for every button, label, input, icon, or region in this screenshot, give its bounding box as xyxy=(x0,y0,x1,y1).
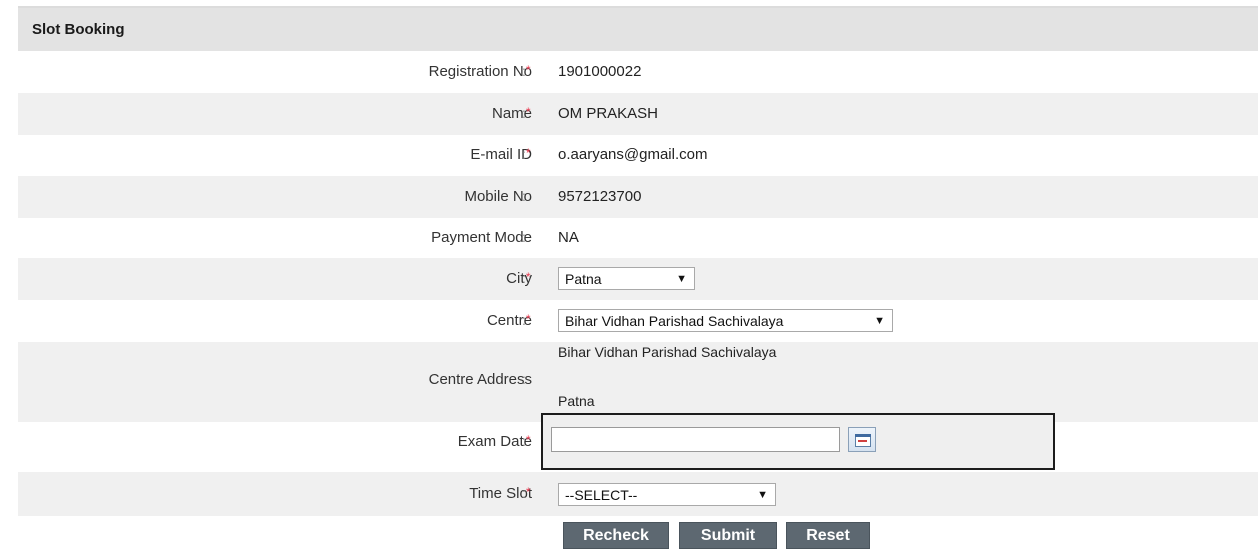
email-colon: :* xyxy=(522,146,531,162)
centre-address-line2: Patna xyxy=(558,393,595,409)
mobile-value: 9572123700 xyxy=(558,188,642,205)
slot-booking-form: Slot Booking Registration No :* 19010000… xyxy=(0,0,1258,557)
payment-value: NA xyxy=(558,229,579,246)
time-slot-colon: :* xyxy=(522,485,531,501)
required-star: * xyxy=(525,485,531,499)
reset-button[interactable]: Reset xyxy=(786,522,870,549)
centre-selected-value: Bihar Vidhan Parishad Sachivalaya xyxy=(565,312,784,329)
row-email: E-mail ID :* o.aaryans@gmail.com xyxy=(18,135,1258,176)
exam-date-container xyxy=(541,413,1055,470)
centre-address-colon: : xyxy=(522,371,526,387)
row-actions: Recheck Submit Reset xyxy=(18,516,1258,557)
row-registration: Registration No :* 1901000022 xyxy=(18,51,1258,93)
mobile-colon: : xyxy=(522,188,526,204)
city-selected-value: Patna xyxy=(565,270,602,287)
required-star: * xyxy=(525,105,531,119)
row-time-slot: Time Slot :* --SELECT-- ▼ xyxy=(18,472,1258,516)
time-slot-select[interactable]: --SELECT-- ▼ xyxy=(558,483,776,506)
required-star: * xyxy=(525,63,531,77)
city-colon: :* xyxy=(522,270,531,286)
recheck-button[interactable]: Recheck xyxy=(563,522,669,549)
name-colon: :* xyxy=(522,105,531,121)
row-centre-address: Centre Address : Bihar Vidhan Parishad S… xyxy=(18,342,1258,422)
required-star: * xyxy=(525,146,531,160)
city-select[interactable]: Patna ▼ xyxy=(558,267,695,290)
payment-colon: : xyxy=(522,229,526,245)
email-value: o.aaryans@gmail.com xyxy=(558,146,708,163)
exam-date-input[interactable] xyxy=(551,427,840,452)
required-star: * xyxy=(525,433,531,447)
centre-address-line1: Bihar Vidhan Parishad Sachivalaya xyxy=(558,344,777,360)
time-slot-selected-value: --SELECT-- xyxy=(565,486,638,503)
payment-label: Payment Mode xyxy=(431,229,532,246)
exam-date-label: Exam Date xyxy=(457,433,532,450)
chevron-down-icon: ▼ xyxy=(676,272,687,285)
row-name: Name :* OM PRAKASH xyxy=(18,93,1258,135)
exam-date-colon: :* xyxy=(522,433,531,449)
centre-address-label: Centre Address xyxy=(428,371,532,388)
calendar-icon[interactable] xyxy=(848,427,876,452)
centre-colon: :* xyxy=(522,312,531,328)
registration-label: Registration No xyxy=(428,63,532,80)
registration-colon: :* xyxy=(522,63,531,79)
name-value: OM PRAKASH xyxy=(558,105,659,122)
row-payment-mode: Payment Mode : NA xyxy=(18,218,1258,258)
panel-header: Slot Booking xyxy=(18,8,1258,51)
panel-title: Slot Booking xyxy=(32,21,125,38)
row-centre: Centre :* Bihar Vidhan Parishad Sachival… xyxy=(18,300,1258,342)
row-city: City :* Patna ▼ xyxy=(18,258,1258,300)
centre-select[interactable]: Bihar Vidhan Parishad Sachivalaya ▼ xyxy=(558,309,893,332)
chevron-down-icon: ▼ xyxy=(757,488,768,501)
required-star: * xyxy=(525,270,531,284)
chevron-down-icon: ▼ xyxy=(874,314,885,327)
row-mobile: Mobile No : 9572123700 xyxy=(18,176,1258,218)
registration-value: 1901000022 xyxy=(558,63,642,80)
submit-button[interactable]: Submit xyxy=(679,522,777,549)
required-star: * xyxy=(525,312,531,326)
